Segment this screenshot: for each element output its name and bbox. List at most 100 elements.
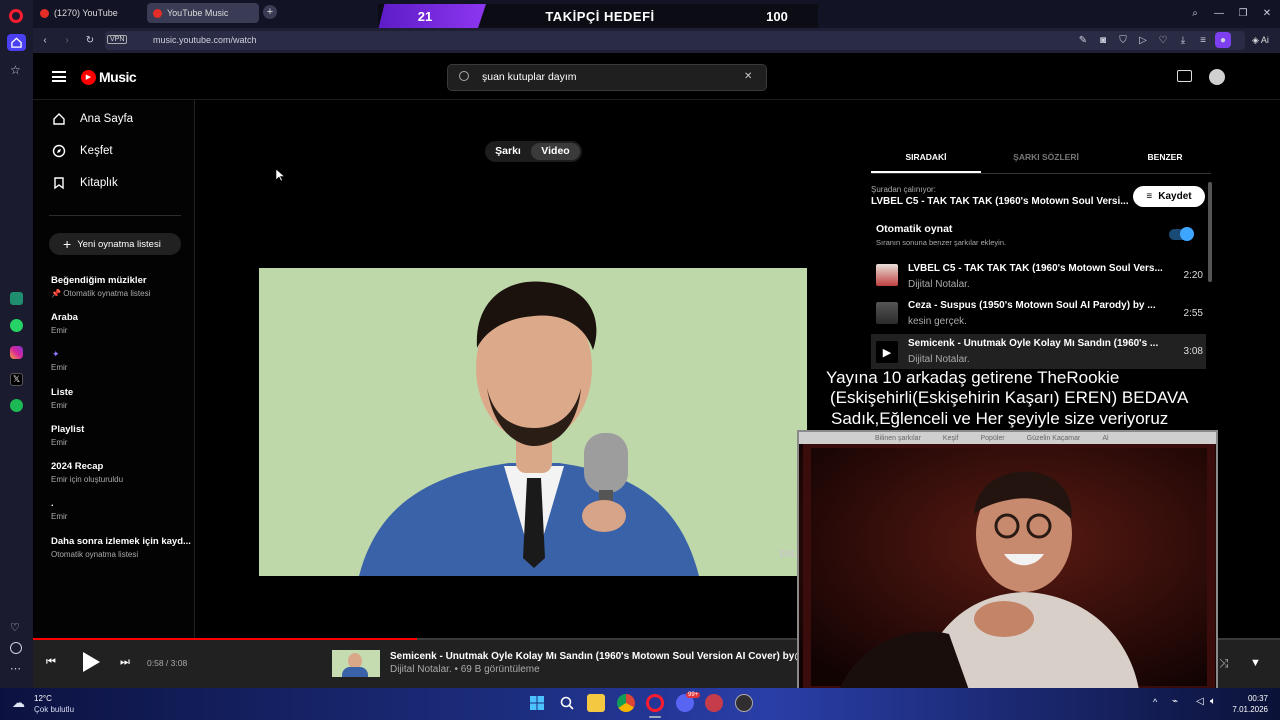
tray-chevron-icon[interactable]: ^ (1153, 697, 1157, 707)
volume-icon[interactable]: 🔈︎ (1210, 696, 1216, 707)
queue-title[interactable]: LVBEL C5 - TAK TAK TAK (1960's Motown So… (908, 263, 1164, 274)
opera-logo-icon[interactable] (9, 9, 23, 23)
weather-temp[interactable]: 12°C (34, 694, 52, 703)
new-playlist-button[interactable]: + Yeni oynatma listesi (49, 233, 181, 255)
playlist-title[interactable]: Playlist (51, 424, 84, 435)
x-twitter-icon[interactable]: 𝕏 (10, 373, 23, 386)
queue-artist[interactable]: Dijital Notalar. (908, 279, 970, 290)
whatsapp-icon[interactable] (10, 319, 23, 332)
now-playing-meta[interactable]: Dijital Notalar. • 69 B görüntüleme (390, 664, 540, 675)
tab-youtube-music[interactable]: YouTube Music (147, 3, 259, 23)
video-toggle[interactable]: Video (531, 143, 580, 160)
speaker-icon[interactable]: ◁ (1196, 696, 1204, 707)
download-icon[interactable]: ⤓ (1176, 33, 1190, 47)
forward-icon[interactable]: › (60, 33, 74, 47)
minimize-icon[interactable]: — (1212, 6, 1226, 20)
heart-icon[interactable]: ♡ (1156, 33, 1170, 47)
maximize-icon[interactable]: ❐ (1236, 6, 1250, 20)
url-text[interactable]: music.youtube.com/watch (153, 35, 257, 45)
menu-icon[interactable]: ≡ (1196, 33, 1210, 47)
queue-thumbnail[interactable] (876, 302, 898, 324)
new-tab-button[interactable]: + (263, 5, 277, 19)
chatgpt-icon[interactable] (10, 292, 23, 305)
back-icon[interactable]: ‹ (38, 33, 52, 47)
playing-from-title[interactable]: LVBEL C5 - TAK TAK TAK (1960's Motown So… (871, 196, 1129, 207)
playlist-title[interactable]: Beğendiğim müzikler (51, 275, 147, 286)
next-icon[interactable]: ⏭ (120, 656, 130, 669)
new-playlist-label: Yeni oynatma listesi (77, 238, 161, 250)
profile-icon[interactable]: ● (1215, 32, 1231, 48)
search-tabs-icon[interactable]: ⌕ (1188, 6, 1202, 20)
pin-icon: 📌 (51, 289, 61, 298)
song-toggle[interactable]: Şarkı (488, 144, 528, 159)
aria-ai-button[interactable]: ◈ Ai (1252, 32, 1280, 48)
reload-icon[interactable]: ↻ (83, 33, 97, 47)
url-field[interactable] (105, 31, 1245, 50)
video-player[interactable]: DN. (259, 268, 807, 576)
previous-icon[interactable]: ⏮ (46, 656, 56, 669)
hamburger-menu-icon[interactable] (52, 71, 66, 82)
library-icon (54, 177, 64, 190)
search-input[interactable]: şuan kutuplar dayım (482, 71, 577, 83)
nav-explore[interactable]: Keşfet (52, 141, 113, 161)
obs-icon[interactable] (735, 694, 753, 712)
search-icon (459, 71, 469, 81)
shuffle-icon[interactable]: ⤨ (1219, 656, 1229, 671)
microphone-app-icon[interactable] (705, 694, 723, 712)
tab-related[interactable]: BENZER (1110, 152, 1220, 162)
close-window-icon[interactable]: ✕ (1260, 6, 1274, 20)
instagram-icon[interactable] (10, 346, 23, 359)
tab-youtube[interactable]: (1270) YouTube (34, 3, 146, 23)
chrome-icon[interactable] (617, 694, 635, 712)
heart-sidebar-icon[interactable]: ♡ (10, 621, 20, 634)
opera-taskbar-icon[interactable] (646, 694, 664, 712)
history-icon[interactable] (10, 642, 22, 654)
weather-icon[interactable]: ☁ (12, 695, 25, 711)
queue-scrollbar[interactable] (1208, 182, 1212, 282)
clock-date[interactable]: 7.01.2026 (1226, 705, 1268, 714)
queue-now-playing-icon[interactable]: ▶ (876, 341, 898, 363)
playlist-title[interactable]: . (51, 498, 54, 509)
save-button[interactable]: ≡ Kaydet (1133, 186, 1205, 207)
now-playing-thumbnail[interactable] (332, 650, 380, 677)
expand-icon[interactable]: ▼ (1250, 657, 1261, 669)
playlist-title[interactable]: 2024 Recap (51, 461, 103, 472)
avatar[interactable] (1209, 69, 1225, 85)
spotify-icon[interactable] (10, 399, 23, 412)
edit-icon[interactable]: ✎ (1076, 33, 1090, 47)
queue-title[interactable]: Semicenk - Unutmak Öyle Kolay Mı Sandın … (908, 338, 1164, 349)
playlist-title[interactable]: Daha sonra izlemek için kayd... (51, 536, 191, 547)
queue-artist[interactable]: kesin gerçek. (908, 316, 967, 327)
tab-up-next[interactable]: SIRADAKİ (871, 152, 981, 162)
play-pause-button[interactable] (80, 650, 102, 674)
sparkle-emoji-icon[interactable]: ✦ (52, 349, 60, 360)
file-explorer-icon[interactable] (587, 694, 605, 712)
clock-time[interactable]: 00:37 (1236, 694, 1268, 703)
vpn-badge[interactable]: VPN (107, 35, 128, 44)
cast-icon[interactable] (1177, 70, 1192, 82)
goal-current: 21 (417, 9, 433, 24)
play-icon[interactable]: ▷ (1136, 33, 1150, 47)
now-playing-title[interactable]: Semicenk - Unutmak Öyle Kolay Mı Sandın … (390, 651, 808, 662)
queue-artist[interactable]: Dijital Notalar. (908, 354, 970, 365)
autoplay-toggle[interactable] (1169, 227, 1194, 241)
nav-library[interactable]: Kitaplık (52, 173, 118, 193)
tab-lyrics[interactable]: ŞARKI SÖZLERİ (991, 152, 1101, 162)
queue-title[interactable]: Ceza - Suspus (1950's Motown Soul AI Par… (908, 300, 1164, 311)
more-sidebar-icon[interactable]: ⋯ (10, 662, 21, 675)
ytm-logo[interactable]: ▶ Music (81, 69, 137, 85)
playlist-title[interactable]: Liste (51, 387, 73, 398)
playlist-sub: Emir için oluşturuldu (51, 475, 124, 484)
taskbar-search-icon[interactable] (558, 694, 576, 712)
camera-icon[interactable]: ◙ (1096, 33, 1110, 47)
queue-thumbnail[interactable] (876, 264, 898, 286)
shield-icon[interactable]: ⛉ (1116, 33, 1130, 47)
nav-home[interactable]: Ana Sayfa (52, 109, 133, 129)
clear-search-icon[interactable]: ✕ (744, 71, 752, 82)
home-sidebar-icon[interactable] (7, 34, 26, 51)
star-icon[interactable]: ☆ (10, 63, 21, 77)
windows-start-icon[interactable] (528, 694, 546, 712)
network-icon[interactable]: ⌁ (1172, 696, 1178, 707)
playlist-title[interactable]: Araba (51, 312, 78, 323)
weather-desc[interactable]: Çok bulutlu (34, 705, 74, 714)
